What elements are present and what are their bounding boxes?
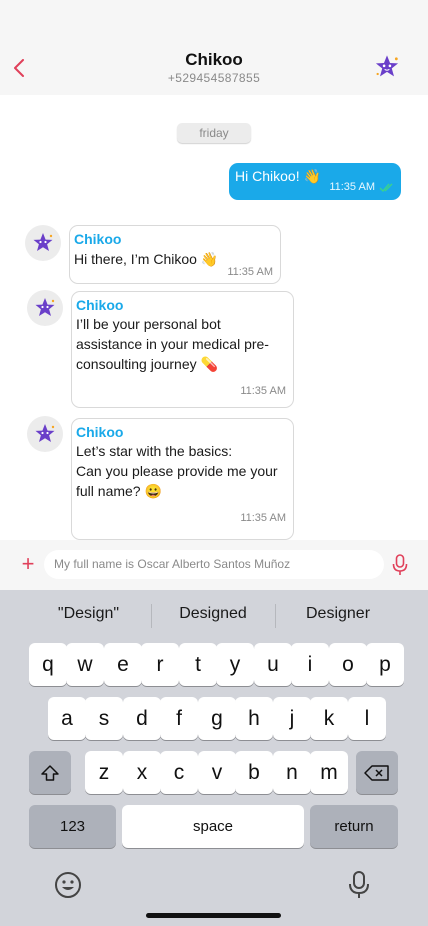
date-separator: friday	[177, 123, 251, 143]
key-y[interactable]: y	[216, 643, 254, 686]
message-composer: + My full name is Oscar Alberto Santos M…	[0, 540, 428, 590]
key-x[interactable]: x	[123, 751, 161, 794]
key-v[interactable]: v	[198, 751, 236, 794]
message-text: Let’s star with the basics:	[76, 443, 233, 459]
chat-header: Chikoo +529454587855	[0, 0, 428, 95]
message-text: Can you please provide me your	[76, 463, 278, 479]
contact-phone: +529454587855	[167, 71, 261, 85]
sender-name: Chikoo	[76, 424, 124, 440]
plus-icon[interactable]: +	[18, 553, 38, 575]
microphone-icon[interactable]	[348, 870, 370, 900]
key-h[interactable]: h	[235, 697, 273, 740]
key-d[interactable]: d	[123, 697, 161, 740]
message-text: full name? 😀	[76, 483, 162, 499]
key-s[interactable]: s	[85, 697, 123, 740]
suggestion-item[interactable]: Designer	[280, 605, 396, 623]
message-text: consoulting journey 💊	[76, 356, 218, 372]
message-input[interactable]: My full name is Oscar Alberto Santos Muñ…	[44, 550, 384, 579]
incoming-message[interactable]: Chikoo Hi there, I’m Chikoo 👋 11:35 AM	[69, 225, 281, 284]
numbers-key[interactable]: 123	[29, 805, 116, 848]
key-a[interactable]: a	[48, 697, 86, 740]
key-w[interactable]: w	[66, 643, 104, 686]
message-text: Hi there, I’m Chikoo 👋	[74, 251, 219, 267]
message-text: I’ll be your personal bot	[76, 316, 221, 332]
suggestion-divider	[275, 604, 276, 628]
key-r[interactable]: r	[141, 643, 179, 686]
backspace-icon	[364, 764, 389, 781]
suggestion-divider	[151, 604, 152, 628]
key-o[interactable]: o	[329, 643, 367, 686]
key-n[interactable]: n	[273, 751, 311, 794]
return-key[interactable]: return	[310, 805, 398, 848]
message-text: assistance in your medical pre-	[76, 336, 269, 352]
sender-name: Chikoo	[74, 231, 122, 247]
key-z[interactable]: z	[85, 751, 123, 794]
home-indicator	[146, 913, 281, 918]
key-j[interactable]: j	[273, 697, 311, 740]
message-time: 11:35 AM	[329, 181, 375, 193]
emoji-icon[interactable]	[54, 871, 82, 899]
key-t[interactable]: t	[179, 643, 217, 686]
microphone-icon[interactable]	[392, 554, 408, 576]
key-e[interactable]: e	[104, 643, 142, 686]
on-screen-keyboard: "Design" Designed Designer q w e r t y u…	[0, 590, 428, 926]
key-m[interactable]: m	[310, 751, 348, 794]
contact-name: Chikoo	[185, 50, 243, 69]
space-key[interactable]: space	[122, 805, 304, 848]
purple-star-icon	[35, 424, 55, 442]
message-time: 11:35 AM	[240, 512, 286, 524]
suggestion-item[interactable]: "Design"	[30, 605, 147, 623]
incoming-message[interactable]: Chikoo Let’s star with the basics: Can y…	[71, 418, 294, 540]
incoming-message[interactable]: Chikoo I’ll be your personal bot assista…	[71, 291, 294, 408]
key-k[interactable]: k	[310, 697, 348, 740]
shift-icon	[41, 764, 59, 781]
message-list[interactable]: friday Hi Chikoo! 👋 11:35 AM Chikoo Hi t…	[0, 95, 428, 540]
key-f[interactable]: f	[160, 697, 198, 740]
suggestion-item[interactable]: Designed	[155, 605, 271, 623]
bot-avatar	[25, 225, 61, 261]
outgoing-message[interactable]: Hi Chikoo! 👋 11:35 AM	[229, 163, 401, 200]
key-u[interactable]: u	[254, 643, 292, 686]
purple-star-icon[interactable]	[373, 53, 401, 81]
double-check-icon	[379, 183, 393, 193]
message-text: Hi Chikoo! 👋	[235, 168, 321, 184]
purple-star-icon	[33, 233, 53, 251]
shift-key[interactable]	[29, 751, 71, 794]
key-i[interactable]: i	[291, 643, 329, 686]
sender-name: Chikoo	[76, 297, 124, 313]
backspace-key[interactable]	[356, 751, 398, 794]
bot-avatar	[27, 416, 63, 452]
key-b[interactable]: b	[235, 751, 273, 794]
message-time: 11:35 AM	[227, 266, 273, 278]
suggestion-bar: "Design" Designed Designer	[0, 590, 428, 640]
key-c[interactable]: c	[160, 751, 198, 794]
key-q[interactable]: q	[29, 643, 67, 686]
key-l[interactable]: l	[348, 697, 386, 740]
purple-star-icon	[35, 298, 55, 316]
bot-avatar	[27, 290, 63, 326]
key-p[interactable]: p	[366, 643, 404, 686]
message-time: 11:35 AM	[240, 385, 286, 397]
key-g[interactable]: g	[198, 697, 236, 740]
